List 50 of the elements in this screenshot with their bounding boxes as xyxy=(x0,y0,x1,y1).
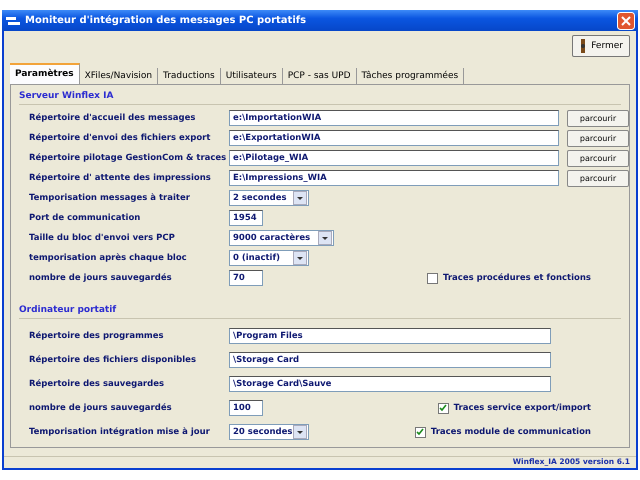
dropdown[interactable]: 20 secondes xyxy=(229,424,309,440)
field-label: Répertoire d'envoi des fichiers export xyxy=(29,133,212,144)
caret-icon xyxy=(293,191,307,206)
close-icon[interactable] xyxy=(617,12,635,30)
dropdown[interactable]: 9000 caractères xyxy=(229,230,334,246)
browse-button[interactable]: parcourir xyxy=(567,150,629,167)
close-button[interactable]: Fermer xyxy=(572,35,630,58)
window-title: Moniteur d'intégration des messages PC portatifs xyxy=(25,15,308,26)
input-field[interactable]: \Storage Card xyxy=(229,352,551,368)
field-label: Répertoire des fichiers disponibles xyxy=(29,355,197,366)
input-field[interactable]: e:\ExportationWIA xyxy=(229,130,559,146)
door-icon xyxy=(579,39,588,54)
checkbox-label: Traces procédures et fonctions xyxy=(443,273,591,284)
caret-icon xyxy=(293,251,307,266)
input-field[interactable]: \Storage Card\Sauve xyxy=(229,376,551,392)
checkbox[interactable] xyxy=(438,402,449,414)
section-title: Serveur Winflex IA xyxy=(19,91,114,102)
input-field[interactable]: 1954 xyxy=(229,210,263,226)
field-label: Répertoire d'accueil des messages xyxy=(29,113,196,124)
field-label: Répertoire des programmes xyxy=(29,331,165,342)
checkbox[interactable] xyxy=(427,272,438,284)
input-field[interactable]: \Program Files xyxy=(229,328,551,344)
input-field[interactable]: e:\Pilotage_WIA xyxy=(229,150,559,166)
field-label: temporisation après chaque bloc xyxy=(29,253,188,264)
field-label: Répertoire d' attente des impressions xyxy=(29,173,212,184)
dropdown[interactable]: 0 (inactif) xyxy=(229,250,309,266)
field-label: Taille du bloc d'envoi vers PCP xyxy=(29,233,176,244)
field-label: Répertoire des sauvegardes xyxy=(29,379,166,390)
tab[interactable]: Paramètres xyxy=(10,63,80,84)
checkbox-label: Traces module de communication xyxy=(430,427,591,438)
field-label: Répertoire pilotage GestionCom & traces xyxy=(29,153,228,164)
section-title: Ordinateur portatif xyxy=(19,305,116,316)
caret-icon xyxy=(318,231,332,246)
input-field[interactable]: 100 xyxy=(229,400,263,416)
field-label: Temporisation intégration mise à jour xyxy=(29,427,211,438)
checkbox[interactable] xyxy=(414,426,426,438)
dropdown[interactable]: 2 secondes xyxy=(229,190,309,206)
input-field[interactable]: e:\ImportationWIA xyxy=(229,110,559,126)
browse-button[interactable]: parcourir xyxy=(567,130,629,147)
app-icon xyxy=(5,14,21,27)
field-label: nombre de jours sauvegardés xyxy=(29,273,173,284)
input-field[interactable]: E:\Impressions_WIA xyxy=(229,170,559,186)
browse-button[interactable]: parcourir xyxy=(567,110,629,127)
caret-icon xyxy=(293,425,307,440)
browse-button[interactable]: parcourir xyxy=(567,170,629,187)
input-field[interactable]: 70 xyxy=(229,270,263,286)
field-label: Port de communication xyxy=(29,213,142,224)
checkbox-label: Traces service export/import xyxy=(454,403,591,414)
field-label: Temporisation messages à traiter xyxy=(29,193,191,204)
field-label: nombre de jours sauvegardés xyxy=(29,403,173,414)
